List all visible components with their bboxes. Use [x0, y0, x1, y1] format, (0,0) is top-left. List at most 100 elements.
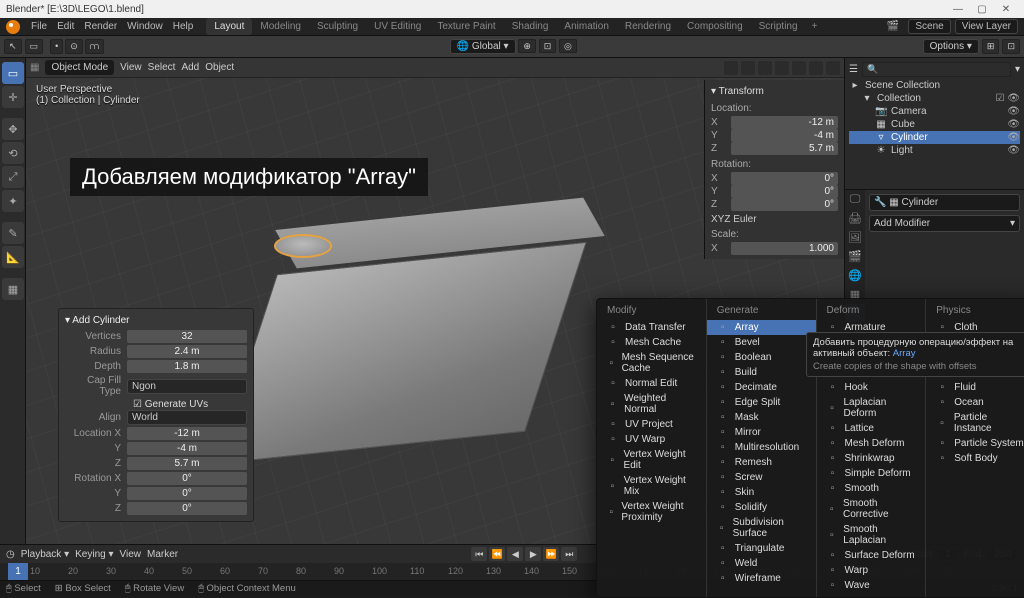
mod-item-uv-project[interactable]: ▫UV Project: [597, 417, 706, 432]
menu-edit[interactable]: Edit: [52, 21, 79, 32]
mod-item-edge-split[interactable]: ▫Edge Split: [707, 395, 816, 410]
menu-render[interactable]: Render: [79, 21, 122, 32]
mod-item-uv-warp[interactable]: ▫UV Warp: [597, 432, 706, 447]
op-rot-y[interactable]: 0°: [127, 487, 247, 500]
tl-menu-playback[interactable]: Playback ▾: [21, 549, 69, 560]
op-vertices[interactable]: 32: [127, 330, 247, 343]
keyframe-fwd-icon[interactable]: ⏩: [543, 547, 559, 561]
rot-y[interactable]: 0°: [731, 185, 838, 198]
loc-y[interactable]: -4 m: [731, 129, 838, 142]
show-overlays-icon[interactable]: [741, 61, 755, 75]
menu-file[interactable]: File: [26, 21, 52, 32]
mod-item-boolean[interactable]: ▫Boolean: [707, 350, 816, 365]
op-radius[interactable]: 2.4 m: [127, 345, 247, 358]
mod-item-particle-system[interactable]: ▫Particle System: [926, 436, 1024, 451]
outliner-search[interactable]: 🔍: [862, 62, 1011, 77]
outliner-mode-icon[interactable]: ☰: [849, 64, 858, 75]
tool-rotate[interactable]: ⟲: [2, 142, 24, 164]
mod-item-data-transfer[interactable]: ▫Data Transfer: [597, 320, 706, 335]
workspace-add[interactable]: +: [806, 21, 824, 32]
pivot-icon[interactable]: •: [50, 39, 63, 54]
mod-item-bevel[interactable]: ▫Bevel: [707, 335, 816, 350]
mod-item-build[interactable]: ▫Build: [707, 365, 816, 380]
tl-menu-view[interactable]: View: [119, 549, 141, 560]
mod-item-smooth-laplacian[interactable]: ▫Smooth Laplacian: [817, 522, 926, 548]
outliner-item-camera[interactable]: 📷Camera👁: [849, 105, 1020, 118]
rot-x[interactable]: 0°: [731, 172, 838, 185]
mod-item-vertex-weight-edit[interactable]: ▫Vertex Weight Edit: [597, 447, 706, 473]
shading-matprev-icon[interactable]: [809, 61, 823, 75]
op-loc-y[interactable]: -4 m: [127, 442, 247, 455]
tool-move[interactable]: ✥: [2, 118, 24, 140]
tool-cursor[interactable]: ✛: [2, 86, 24, 108]
mod-item-weld[interactable]: ▫Weld: [707, 556, 816, 571]
vp-menu-object[interactable]: Object: [205, 62, 234, 73]
capfill-select[interactable]: Ngon: [127, 379, 247, 394]
mod-item-ocean[interactable]: ▫Ocean: [926, 395, 1024, 410]
op-depth[interactable]: 1.8 m: [127, 360, 247, 373]
active-object-name[interactable]: 🔧 ▦ Cylinder: [869, 194, 1020, 211]
mod-item-wireframe[interactable]: ▫Wireframe: [707, 571, 816, 586]
options-dropdown[interactable]: Options ▾: [923, 39, 979, 54]
mod-item-skin[interactable]: ▫Skin: [707, 485, 816, 500]
select-box-icon[interactable]: ▭: [25, 39, 44, 54]
pivot-point-icon[interactable]: ⊕: [518, 39, 536, 53]
outliner-filter-icon[interactable]: ▾: [1015, 64, 1020, 75]
object-cylinder[interactable]: [274, 234, 332, 258]
mod-item-lattice[interactable]: ▫Lattice: [817, 421, 926, 436]
shading-render-icon[interactable]: [826, 61, 840, 75]
workspace-tab-uv-editing[interactable]: UV Editing: [366, 18, 429, 35]
mod-item-fluid[interactable]: ▫Fluid: [926, 380, 1024, 395]
mod-item-triangulate[interactable]: ▫Triangulate: [707, 541, 816, 556]
outliner-item-light[interactable]: ☀Light👁: [849, 144, 1020, 157]
play-reverse-icon[interactable]: ◀: [507, 547, 523, 561]
cursor-tool-icon[interactable]: ↖: [4, 39, 22, 54]
workspace-tab-compositing[interactable]: Compositing: [679, 18, 751, 35]
timeline-editor-icon[interactable]: ◷: [6, 549, 15, 560]
playhead[interactable]: 1: [8, 563, 28, 580]
tool-select-box[interactable]: ▭: [2, 62, 24, 84]
op-loc-location-x[interactable]: -12 m: [127, 427, 247, 440]
outliner-scene-collection[interactable]: ▸Scene Collection: [849, 79, 1020, 92]
workspace-tab-sculpting[interactable]: Sculpting: [309, 18, 366, 35]
prop-tab-viewlayer[interactable]: 🖼: [845, 228, 865, 246]
prop-tab-world[interactable]: 🌐: [845, 266, 865, 284]
workspace-tab-texture-paint[interactable]: Texture Paint: [429, 18, 503, 35]
mod-item-multiresolution[interactable]: ▫Multiresolution: [707, 440, 816, 455]
mod-item-normal-edit[interactable]: ▫Normal Edit: [597, 376, 706, 391]
mod-item-shrinkwrap[interactable]: ▫Shrinkwrap: [817, 451, 926, 466]
mod-item-weighted-normal[interactable]: ▫Weighted Normal: [597, 391, 706, 417]
mod-item-wave[interactable]: ▫Wave: [817, 578, 926, 593]
mod-item-mask[interactable]: ▫Mask: [707, 410, 816, 425]
prop-tab-scene[interactable]: 🎬: [845, 247, 865, 265]
viewlayer-selector[interactable]: View Layer: [955, 19, 1018, 34]
mod-item-vertex-weight-mix[interactable]: ▫Vertex Weight Mix: [597, 473, 706, 499]
tool-transform[interactable]: ✦: [2, 190, 24, 212]
maximize-button[interactable]: ▢: [970, 4, 994, 15]
scale-x[interactable]: 1.000: [731, 242, 838, 255]
mod-item-screw[interactable]: ▫Screw: [707, 470, 816, 485]
mod-item-warp[interactable]: ▫Warp: [817, 563, 926, 578]
add-modifier-dropdown[interactable]: Add Modifier▾: [869, 215, 1020, 232]
minimize-button[interactable]: —: [946, 4, 970, 15]
mod-item-decimate[interactable]: ▫Decimate: [707, 380, 816, 395]
scene-selector[interactable]: Scene: [908, 19, 950, 34]
workspace-tab-modeling[interactable]: Modeling: [252, 18, 309, 35]
tool-measure[interactable]: 📐: [2, 246, 24, 268]
tool-scale[interactable]: ⤢: [2, 166, 24, 188]
align-select[interactable]: World: [127, 410, 247, 425]
jump-end-icon[interactable]: ⏭: [561, 547, 577, 561]
mod-item-array[interactable]: ▫Array: [707, 320, 816, 335]
shading-wire-icon[interactable]: [775, 61, 789, 75]
overlay-icon[interactable]: ⊞: [982, 39, 1000, 54]
keyframe-back-icon[interactable]: ⏪: [489, 547, 505, 561]
mod-item-smooth-corrective[interactable]: ▫Smooth Corrective: [817, 496, 926, 522]
generate-uvs-checkbox[interactable]: ☑ Generate UVs: [65, 399, 247, 410]
menu-help[interactable]: Help: [168, 21, 199, 32]
proportional-icon[interactable]: ◎: [559, 39, 577, 53]
mod-item-hook[interactable]: ▫Hook: [817, 380, 926, 395]
mod-item-particle-instance[interactable]: ▫Particle Instance: [926, 410, 1024, 436]
close-button[interactable]: ✕: [994, 4, 1018, 15]
mod-item-smooth[interactable]: ▫Smooth: [817, 481, 926, 496]
prop-tab-output[interactable]: 🖨: [845, 209, 865, 227]
